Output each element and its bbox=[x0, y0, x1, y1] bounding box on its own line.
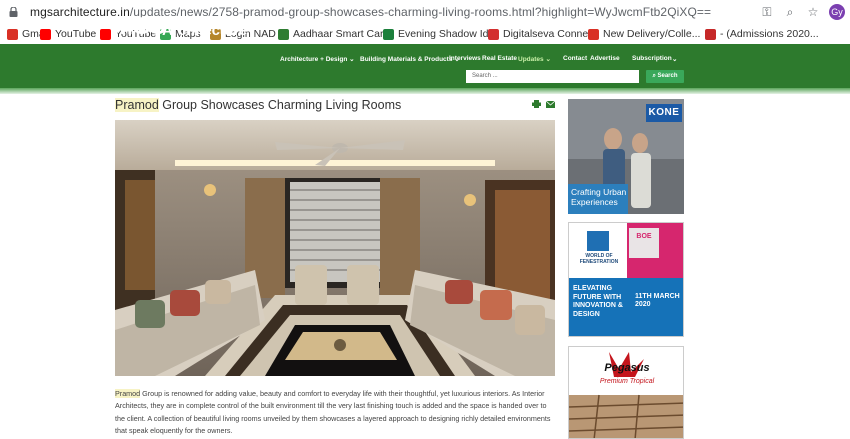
logo-subtitle: Architecture bbox=[162, 22, 247, 39]
body-text: Group is renowned for adding value, beau… bbox=[115, 389, 551, 436]
nav-item-6[interactable]: Contact bbox=[563, 55, 587, 62]
nav-item-4[interactable]: Real Estate bbox=[482, 55, 517, 62]
email-icon[interactable] bbox=[546, 101, 555, 108]
evening-icon bbox=[383, 28, 394, 40]
kone-logo: KONE bbox=[648, 107, 680, 118]
nav-item-5[interactable]: Updates ⌄ bbox=[518, 55, 551, 63]
bookmark-label: Aadhaar Smart Car... bbox=[293, 28, 392, 40]
article-hero-image bbox=[115, 120, 555, 376]
bookmark-label: Evening Shadow Id... bbox=[398, 28, 498, 40]
bookmark-label: New Delivery/Colle... bbox=[603, 28, 701, 40]
nav-item-2[interactable]: Building Materials & Products ⌄ bbox=[360, 55, 460, 63]
youtube-icon bbox=[100, 28, 111, 40]
header-gradient-band bbox=[0, 88, 850, 94]
site-logo[interactable]: MGS bbox=[113, 13, 166, 41]
title-highlight: Pramod bbox=[115, 98, 159, 112]
bookmark-10[interactable]: - (Admissions 2020... bbox=[705, 28, 819, 40]
nav-item-8[interactable]: Subscription bbox=[632, 55, 672, 62]
nav-item-9[interactable]: ⌄ bbox=[672, 55, 677, 63]
search-input[interactable]: Search ... bbox=[466, 70, 639, 83]
print-icon[interactable] bbox=[532, 100, 541, 108]
admissions-icon bbox=[705, 28, 716, 40]
ad-kone[interactable]: KONE Crafting Urban Experiences bbox=[568, 99, 684, 214]
digitalseva-icon bbox=[488, 28, 499, 40]
bookmark-star-icon[interactable]: ☆ bbox=[806, 5, 820, 19]
bookmark-label: Digitalseva Connect bbox=[503, 28, 597, 40]
wof-headline: ELEVATING FUTURE WITH INNOVATION & DESIG… bbox=[573, 285, 623, 318]
site-header bbox=[0, 44, 850, 94]
youtube-icon bbox=[40, 28, 51, 40]
pegasus-tagline: Premium Tropical bbox=[599, 378, 655, 385]
article-body: Pramod Group is renowned for adding valu… bbox=[115, 388, 558, 438]
bookmark-6[interactable]: Aadhaar Smart Car... bbox=[278, 28, 392, 40]
pegasus-logo: Pegasus bbox=[604, 362, 650, 374]
gmail-icon bbox=[7, 28, 18, 40]
boe-badge: BOE bbox=[636, 233, 652, 240]
nav-item-3[interactable]: Interviews bbox=[449, 55, 481, 62]
bookmark-label: - (Admissions 2020... bbox=[720, 28, 819, 40]
title-rest: Group Showcases Charming Living Rooms bbox=[158, 98, 402, 112]
article-title: Pramod Group Showcases Charming Living R… bbox=[115, 98, 401, 112]
wof-date: 11TH MARCH 2020 bbox=[635, 293, 680, 308]
bookmark-label: YouTube bbox=[55, 28, 97, 40]
bookmark-7[interactable]: Evening Shadow Id... bbox=[383, 28, 497, 40]
bookmark-8[interactable]: Digitalseva Connect bbox=[488, 28, 596, 40]
body-highlight: Pramod bbox=[115, 389, 141, 398]
wof-brand: WORLD OF FENESTRATION bbox=[579, 253, 619, 265]
aadhaar-icon bbox=[278, 28, 289, 40]
kone-caption: Crafting Urban Experiences bbox=[571, 187, 627, 207]
lock-icon bbox=[9, 7, 18, 17]
nav-item-1[interactable]: Architecture + Design ⌄ bbox=[280, 55, 355, 63]
ad-pegasus[interactable]: Pegasus Premium Tropical bbox=[568, 346, 684, 439]
key-icon[interactable]: ⚿ bbox=[760, 5, 774, 19]
nav-item-7[interactable]: Advertise bbox=[590, 55, 620, 62]
bookmark-9[interactable]: New Delivery/Colle... bbox=[588, 28, 700, 40]
search-button-label: Search bbox=[657, 73, 678, 79]
gmail-icon bbox=[588, 28, 599, 40]
search-button[interactable]: ⌕ Search bbox=[646, 70, 684, 83]
zoom-icon[interactable]: ⌕ bbox=[783, 5, 797, 19]
bookmark-2[interactable]: YouTube bbox=[40, 28, 96, 40]
profile-avatar[interactable]: Gy bbox=[829, 4, 845, 20]
ad-world-of-fenestration[interactable]: WORLD OF FENESTRATION ELEVATING FUTURE W… bbox=[568, 222, 684, 337]
